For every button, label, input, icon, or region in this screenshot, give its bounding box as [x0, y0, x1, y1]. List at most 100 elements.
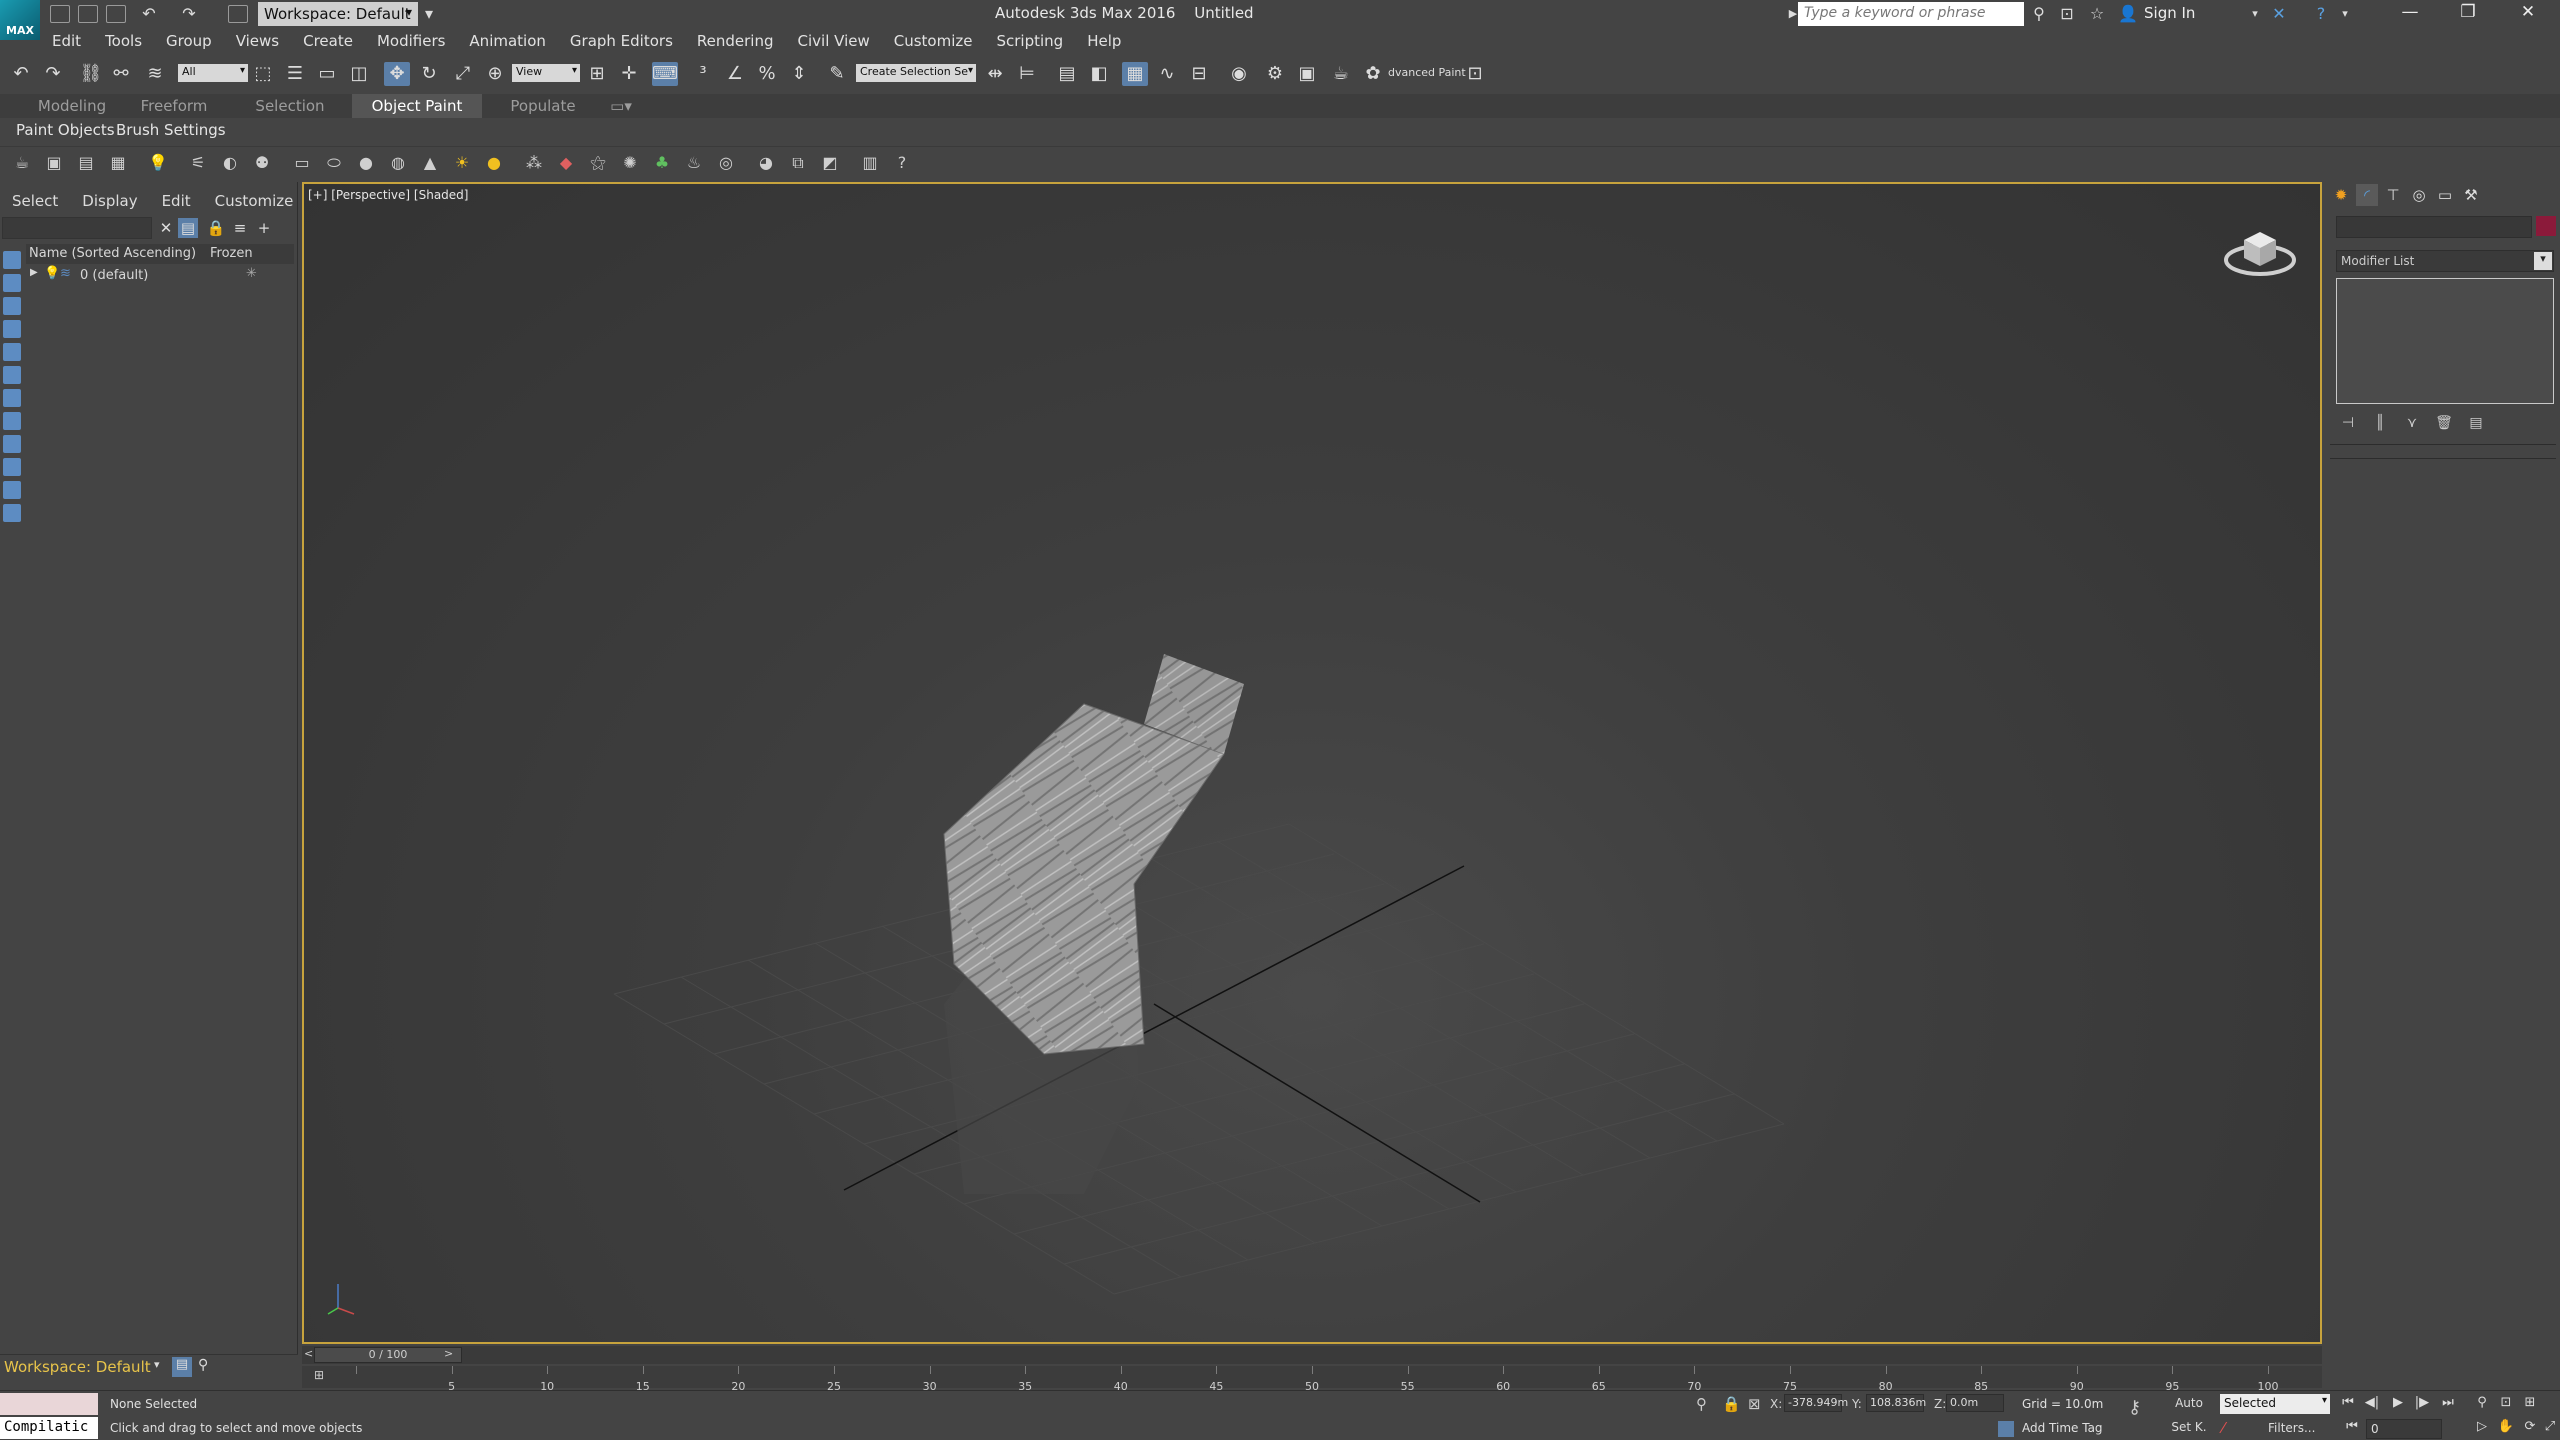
select-by-name-icon[interactable]: ☰ — [282, 62, 308, 86]
filter-helpers-icon[interactable] — [3, 343, 21, 361]
time-next-icon[interactable]: > — [444, 1347, 453, 1360]
key-mode-toggle-icon[interactable]: ⏮ — [2340, 1417, 2364, 1437]
rock-object[interactable] — [943, 654, 1244, 1194]
tab-modeling[interactable]: Modeling — [30, 94, 114, 118]
named-selection-dropdown[interactable]: Create Selection Se — [856, 64, 976, 82]
cloth-icon[interactable]: ⚝ — [586, 152, 610, 174]
layer-icon[interactable]: ▤ — [74, 152, 98, 174]
menu-modifiers[interactable]: Modifiers — [365, 30, 457, 54]
material-editor-icon[interactable]: ◉ — [1226, 62, 1252, 86]
window-crossing-icon[interactable]: ◫ — [346, 62, 372, 86]
add-layer-icon[interactable]: + — [254, 218, 274, 238]
filter-cameras-icon[interactable] — [3, 320, 21, 338]
tab-object-paint[interactable]: Object Paint — [352, 94, 482, 118]
schematic-view-icon[interactable]: ⊟ — [1186, 62, 1212, 86]
selection-set-dropdown[interactable]: Selected — [2220, 1394, 2330, 1414]
create-tab-icon[interactable]: ✹ — [2330, 184, 2352, 206]
tab-selection[interactable]: Selection — [246, 94, 334, 118]
biped-icon[interactable]: ◐ — [218, 152, 242, 174]
advanced-paint-label[interactable]: dvanced Paint — [1388, 66, 1466, 79]
select-and-place-icon[interactable]: ⊕ — [482, 62, 508, 86]
time-prev-icon[interactable]: < — [304, 1347, 313, 1360]
scene-search-input[interactable] — [2, 217, 152, 239]
close-button[interactable]: ✕ — [2508, 2, 2548, 26]
clear-search-icon[interactable]: ✕ — [156, 218, 176, 238]
align-icon[interactable]: ⊨ — [1014, 62, 1040, 86]
make-unique-icon[interactable]: ⋎ — [2400, 412, 2424, 434]
menu-tools[interactable]: Tools — [93, 30, 154, 54]
utilities-tab-icon[interactable]: ⚒ — [2460, 184, 2482, 206]
se-menu-select[interactable]: Select — [0, 192, 70, 214]
save-file-icon[interactable] — [106, 5, 126, 23]
menu-customize[interactable]: Customize — [882, 30, 985, 54]
expand-arrow-icon[interactable]: ▶ — [30, 267, 38, 278]
binoculars-icon[interactable]: ⚲ — [2030, 5, 2048, 23]
play-icon[interactable]: ▶ — [2386, 1393, 2410, 1413]
render-icon[interactable]: ▣ — [42, 152, 66, 174]
selection-filter-dropdown[interactable]: All — [178, 64, 248, 82]
utilities-icon[interactable]: ▥ — [858, 152, 882, 174]
select-and-scale-icon[interactable]: ⤢ — [450, 62, 476, 86]
menu-create[interactable]: Create — [291, 30, 365, 54]
tab-freeform[interactable]: Freeform — [130, 94, 218, 118]
menu-group[interactable]: Group — [154, 30, 224, 54]
help-circle-icon[interactable]: ? — [890, 152, 914, 174]
x-coord-field[interactable]: -378.949m — [1784, 1394, 1848, 1412]
current-frame-field[interactable]: 0 — [2366, 1419, 2442, 1439]
viewcube[interactable] — [2220, 214, 2300, 288]
track-bar-menu-icon[interactable]: ⊞ — [314, 1368, 332, 1386]
render-production-icon[interactable]: ☕ — [1328, 62, 1354, 86]
filter-lights-icon[interactable] — [3, 297, 21, 315]
filter-xrefs-icon[interactable] — [3, 412, 21, 430]
time-slider-thumb[interactable]: 0 / 100 — [314, 1347, 462, 1363]
sign-in-button[interactable]: Sign In — [2144, 4, 2195, 22]
foliage-icon[interactable]: ♣ — [650, 152, 674, 174]
app-logo-icon[interactable]: MAX — [0, 0, 40, 40]
se-menu-edit[interactable]: Edit — [150, 192, 203, 214]
filter-spacewarps-icon[interactable] — [3, 366, 21, 384]
select-and-move-icon[interactable]: ✥ — [384, 62, 410, 86]
teapot-icon[interactable]: ☕ — [10, 152, 34, 174]
se-menu-customize[interactable]: Customize — [203, 192, 306, 214]
sun-light-icon[interactable]: ☀ — [450, 152, 474, 174]
unlink-icon[interactable]: ⚯ — [108, 62, 134, 86]
project-folder-icon[interactable] — [228, 5, 248, 23]
workspace-footer-label[interactable]: Workspace: Default — [4, 1358, 151, 1376]
pivot-center-icon[interactable]: ⊞ — [584, 62, 610, 86]
next-frame-icon[interactable]: |▶ — [2410, 1393, 2434, 1413]
sphere-primitive-icon[interactable]: ● — [354, 152, 378, 174]
configure-modifier-sets-icon[interactable]: ▤ — [2464, 412, 2488, 434]
tab-populate[interactable]: Populate — [498, 94, 588, 118]
time-tag-icon[interactable] — [1998, 1421, 2014, 1437]
select-manipulate-icon[interactable]: ✛ — [616, 62, 642, 86]
user-icon[interactable]: 👤 — [2118, 5, 2138, 23]
object-name-field[interactable] — [2336, 216, 2532, 238]
filter-shapes-icon[interactable] — [3, 274, 21, 292]
minimize-button[interactable]: — — [2390, 2, 2430, 26]
display-tab-icon[interactable]: ▭ — [2434, 184, 2456, 206]
modify-tab-icon[interactable]: ◜ — [2356, 184, 2378, 206]
lock-icon[interactable]: 🔒 — [206, 218, 226, 238]
atmosphere-icon[interactable]: ◎ — [714, 152, 738, 174]
reference-coordinate-dropdown[interactable]: View — [512, 64, 580, 82]
filter-containers-icon[interactable] — [3, 458, 21, 476]
subscription-icon[interactable]: ⊡ — [2058, 5, 2076, 23]
mirror-icon[interactable]: ⇹ — [982, 62, 1008, 86]
particle-icon[interactable]: ⁂ — [522, 152, 546, 174]
scene-explorer-toggle-icon[interactable]: ▤ — [1054, 62, 1080, 86]
hierarchy-tab-icon[interactable]: ⊤ — [2382, 184, 2404, 206]
maxscript-listener-input[interactable]: Compilatic — [0, 1417, 98, 1439]
scene-explorer-toggle-icon[interactable]: ▤ — [172, 1357, 192, 1377]
menu-help[interactable]: Help — [1075, 30, 1133, 54]
menu-edit[interactable]: Edit — [40, 30, 93, 54]
maxscript-listener-top[interactable] — [0, 1393, 98, 1415]
omni-light-icon[interactable]: ● — [482, 152, 506, 174]
customize-quick-access-icon[interactable]: ▾ — [420, 5, 438, 23]
zoom-icon[interactable]: ⚲ — [2470, 1393, 2494, 1413]
scene-layer-row[interactable]: ▶ 💡 ≋ 0 (default) ✳ — [26, 266, 294, 286]
rendered-frame-window-icon[interactable]: ▣ — [1294, 62, 1320, 86]
column-frozen[interactable]: Frozen — [210, 246, 253, 261]
selection-lock-icon[interactable]: 🔒 — [1722, 1395, 1741, 1413]
previous-frame-icon[interactable]: ◀| — [2360, 1393, 2384, 1413]
set-key-button[interactable]: Set K. — [2160, 1417, 2218, 1439]
